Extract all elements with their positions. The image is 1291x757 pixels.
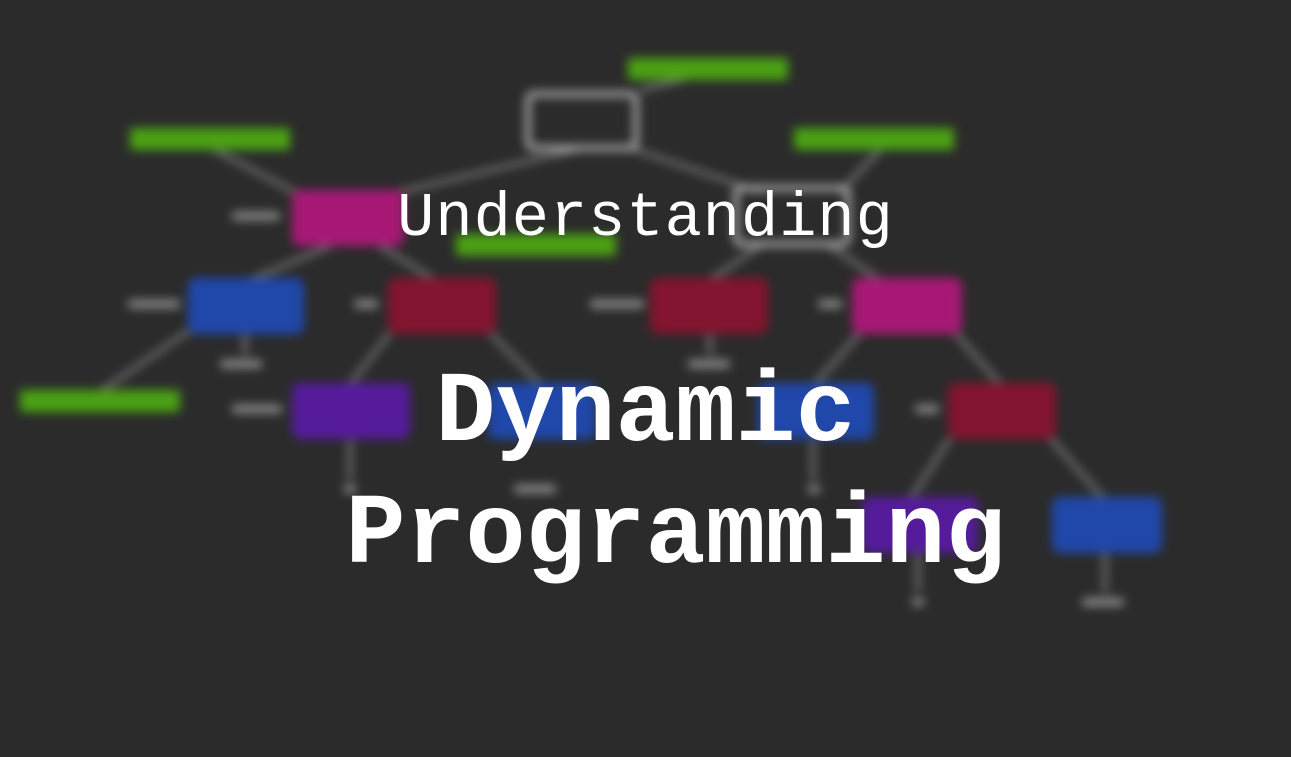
- title-line-understanding: Understanding: [397, 183, 894, 254]
- title-line-programming: Programming: [345, 480, 1006, 593]
- title-line-dynamic: Dynamic: [435, 358, 856, 471]
- thumbnail-canvas: Understanding Dynamic Programming: [0, 0, 1291, 757]
